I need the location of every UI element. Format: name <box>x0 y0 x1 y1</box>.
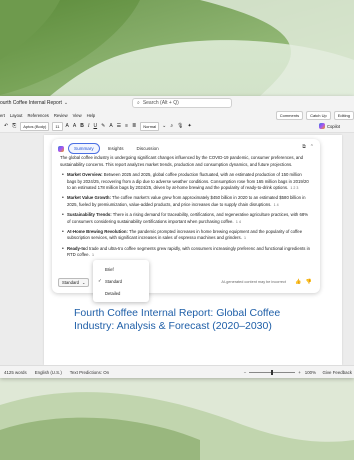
font-family-select[interactable]: Aptos (Body) <box>20 121 50 131</box>
list-item: At-Home Brewing Revolution: The pandemic… <box>62 229 312 242</box>
tab-view[interactable]: View <box>73 113 82 118</box>
give-feedback-link[interactable]: Give Feedback <box>322 370 352 375</box>
designer-icon[interactable]: ✦ <box>188 123 192 129</box>
chevron-down-icon: ⌄ <box>82 280 86 285</box>
zoom-slider[interactable] <box>249 370 296 375</box>
ribbon-toolbar: ↶ ⎘ Aptos (Body) 11 A A B I U ✎ A ☰ ≡ ≣ … <box>0 120 354 133</box>
tab-references[interactable]: References <box>27 113 48 118</box>
document-canvas: Summary Insights Discussion ⧉ ⌃ The glob… <box>0 133 354 365</box>
list-item: Market Value Growth: The coffee market's… <box>62 195 312 208</box>
bullet-heading: Market Overview: <box>67 172 103 178</box>
title-bar: ourth Coffee Internal Report ⌄ ⌕ Search … <box>0 96 354 110</box>
text-predictions-status[interactable]: Text Predictions: On <box>70 370 109 375</box>
search-icon: ⌕ <box>137 100 140 106</box>
bullet-heading: Market Value Growth: <box>67 195 111 201</box>
copilot-label: Copilot <box>326 123 340 129</box>
zoom-control: − + 100% <box>244 370 316 375</box>
tab-insights[interactable]: Insights <box>103 144 129 153</box>
thumbs-down-icon[interactable]: 👎 <box>306 279 312 285</box>
summary-body: The global coffee industry is undergoing… <box>60 155 312 262</box>
citation-markers[interactable]: 1 4 <box>274 203 279 207</box>
editing-button[interactable]: Editing <box>333 111 354 120</box>
numbering-icon[interactable]: ≡ <box>125 123 128 129</box>
citation-markers[interactable]: 1 <box>92 253 94 257</box>
word-window: ourth Coffee Internal Report ⌄ ⌕ Search … <box>0 96 354 378</box>
styles-pane-icon[interactable]: ⌄ <box>162 123 166 129</box>
find-icon[interactable]: ⌕ <box>170 123 173 129</box>
list-item: Market Overview: Between 2025 and 2025, … <box>62 172 312 192</box>
bold-button[interactable]: B <box>80 123 84 129</box>
citation-markers[interactable]: 1 4 <box>236 220 241 224</box>
catch-up-button[interactable]: Catch Up <box>306 111 331 120</box>
undo-icon[interactable]: ↶ <box>4 123 8 129</box>
status-bar: 4125 words English (U.S.) Text Predictio… <box>0 365 354 378</box>
menu-item-label: Standard <box>105 278 122 284</box>
copy-icon[interactable]: ⧉ <box>302 144 306 150</box>
feedback-buttons: 👍 👎 <box>292 279 312 285</box>
card-actions: ⧉ ⌃ <box>298 144 314 150</box>
citation-markers[interactable]: 1 <box>244 236 246 240</box>
tab-summary[interactable]: Summary <box>68 143 100 154</box>
style-select[interactable]: Normal <box>140 121 160 131</box>
ai-disclaimer: AI-generated content may be incorrect <box>221 280 286 284</box>
list-item: Ready-tod trade and ultra-tro coffee seg… <box>62 246 312 259</box>
comments-button[interactable]: Comments <box>275 111 304 120</box>
tab-discussion[interactable]: Discussion <box>132 144 164 153</box>
summary-length-menu: Brief ✓ Standard Detailed <box>93 260 149 302</box>
bullet-heading: Ready-to <box>67 245 86 251</box>
list-item: Sustainability Trends: There is a rising… <box>62 212 312 225</box>
bullet-text: d trade and ultra-tro coffee segments gr… <box>67 245 310 258</box>
bullet-heading: At-Home Brewing Revolution: <box>67 228 128 234</box>
italic-button[interactable]: I <box>88 124 90 129</box>
tab-help[interactable]: Help <box>87 113 96 118</box>
document-heading[interactable]: Fourth Coffee Internal Report: Global Co… <box>74 307 314 333</box>
copilot-icon <box>318 123 325 129</box>
bullet-heading: Sustainability Trends: <box>67 212 112 218</box>
citation-markers[interactable]: 1 2 3 <box>290 186 298 190</box>
zoom-slider-thumb[interactable] <box>271 370 274 375</box>
search-input[interactable]: ⌕ Search (Alt + Q) <box>132 98 232 108</box>
summary-length-dropdown[interactable]: Standard ⌄ <box>58 278 90 287</box>
dictate-icon[interactable]: 🎙 <box>177 123 183 129</box>
ribbon-tabs: ert Layout References Review View Help C… <box>0 110 354 120</box>
clipboard-icon[interactable]: ⎘ <box>12 123 16 129</box>
underline-button[interactable]: U <box>93 123 97 129</box>
tab-layout[interactable]: Layout <box>10 113 23 118</box>
copilot-button[interactable]: Copilot <box>318 123 340 129</box>
shrink-font-icon[interactable]: A <box>73 123 76 129</box>
font-size-select[interactable]: 11 <box>52 121 63 131</box>
document-page[interactable]: Summary Insights Discussion ⧉ ⌃ The glob… <box>44 135 342 365</box>
copilot-tabs: Summary Insights Discussion <box>58 143 167 154</box>
tab-insert[interactable]: ert <box>0 113 5 118</box>
menu-item-label: Detailed <box>105 290 121 296</box>
menu-item-detailed[interactable]: Detailed <box>93 287 149 299</box>
thumbs-up-icon[interactable]: 👍 <box>295 279 301 285</box>
document-title[interactable]: ourth Coffee Internal Report <box>0 100 62 106</box>
highlight-icon[interactable]: ✎ <box>101 123 105 129</box>
grow-font-icon[interactable]: A <box>66 123 69 129</box>
word-count[interactable]: 4125 words <box>4 370 27 375</box>
copilot-icon <box>58 145 64 152</box>
summary-intro: The global coffee industry is undergoing… <box>60 155 304 167</box>
chevron-down-icon[interactable]: ⌄ <box>64 100 68 106</box>
collapse-icon[interactable]: ⌃ <box>310 144 314 150</box>
menu-item-brief[interactable]: Brief <box>93 263 149 275</box>
tab-review[interactable]: Review <box>54 113 68 118</box>
language-status[interactable]: English (U.S.) <box>35 370 62 375</box>
font-color-icon[interactable]: A <box>109 123 112 129</box>
align-icon[interactable]: ≣ <box>132 123 136 129</box>
zoom-in-icon[interactable]: + <box>298 370 301 375</box>
summary-length-label: Standard <box>62 280 79 285</box>
bullet-text: Between 2025 and 2025, global coffee pro… <box>67 172 309 191</box>
menu-item-label: Brief <box>105 266 114 272</box>
search-placeholder: Search (Alt + Q) <box>142 100 179 106</box>
zoom-level[interactable]: 100% <box>305 370 316 375</box>
menu-item-standard[interactable]: ✓ Standard <box>93 275 149 287</box>
checkmark-icon: ✓ <box>98 278 102 283</box>
bullets-icon[interactable]: ☰ <box>117 123 121 129</box>
zoom-out-icon[interactable]: − <box>244 370 247 375</box>
summary-bullets: Market Overview: Between 2025 and 2025, … <box>60 172 312 259</box>
